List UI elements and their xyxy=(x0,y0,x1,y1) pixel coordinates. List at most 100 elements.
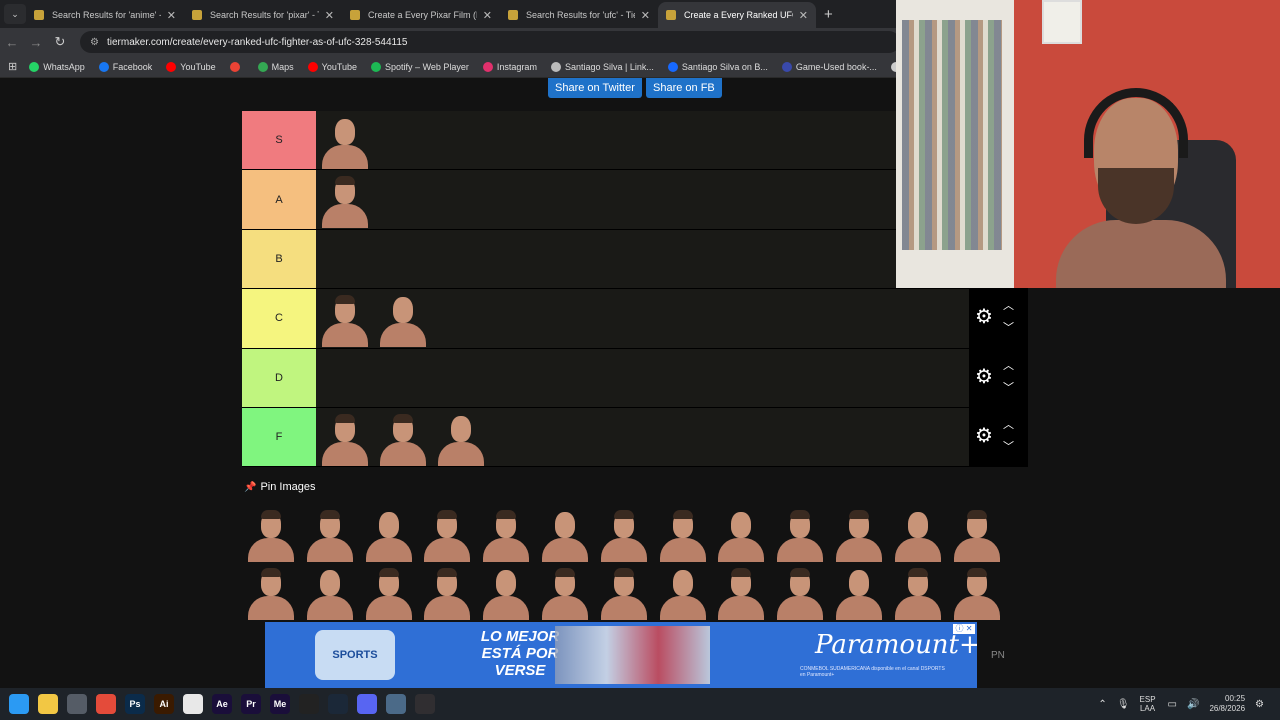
fighter-image[interactable] xyxy=(477,504,536,562)
fighter-image[interactable] xyxy=(536,504,595,562)
fighter-image[interactable] xyxy=(374,289,432,348)
bookmark-item[interactable]: YouTube xyxy=(166,61,216,72)
bookmark-item[interactable]: Santiago Silva on B... xyxy=(667,61,768,72)
fighter-image[interactable] xyxy=(316,408,374,466)
network-icon[interactable]: ▭ xyxy=(1168,699,1177,710)
fighter-image[interactable] xyxy=(536,562,595,620)
bookmark-item[interactable]: Spotify – Web Player xyxy=(371,61,469,72)
fighter-image[interactable] xyxy=(948,504,1007,562)
tier-drop-zone[interactable] xyxy=(316,229,969,289)
fighter-image[interactable] xyxy=(316,111,374,169)
browser-tab[interactable]: Search Results for 'ufc' - TierMa ✕ xyxy=(500,2,658,28)
fighter-image[interactable] xyxy=(374,408,432,466)
fighter-image[interactable] xyxy=(432,408,490,466)
tab-close-icon[interactable]: ✕ xyxy=(641,9,650,22)
document-icon[interactable] xyxy=(183,694,203,714)
windows-start-icon[interactable] xyxy=(9,694,29,714)
fighter-image[interactable] xyxy=(301,504,360,562)
volume-icon[interactable]: 🔊 xyxy=(1187,699,1199,710)
tier-label[interactable]: F xyxy=(242,407,316,467)
premiere-icon[interactable]: Pr xyxy=(241,694,261,714)
apps-grid-icon[interactable]: ⊞ xyxy=(8,60,17,73)
chevron-up-icon[interactable]: ︿ xyxy=(1003,416,1014,432)
clock[interactable]: 00:25 26/8/2026 xyxy=(1209,694,1245,714)
chrome-icon[interactable] xyxy=(96,694,116,714)
bookmark-item[interactable] xyxy=(229,61,244,72)
fighter-image[interactable] xyxy=(948,562,1007,620)
share-fb-button[interactable]: Share on FB xyxy=(646,78,722,98)
fighter-image[interactable] xyxy=(242,504,301,562)
fighter-image[interactable] xyxy=(301,562,360,620)
tier-label[interactable]: C xyxy=(242,289,316,348)
tier-drop-zone[interactable] xyxy=(316,170,969,229)
share-twitter-button[interactable]: Share on Twitter xyxy=(548,78,642,98)
tier-drop-zone[interactable] xyxy=(316,111,969,170)
fighter-image[interactable] xyxy=(771,504,830,562)
fighter-image[interactable] xyxy=(712,504,771,562)
fighter-image[interactable] xyxy=(889,504,948,562)
file-explorer-icon[interactable] xyxy=(38,694,58,714)
tray-chevron-icon[interactable]: ⌃ xyxy=(1098,699,1106,710)
fighter-image[interactable] xyxy=(242,562,301,620)
illustrator-icon[interactable]: Ai xyxy=(154,694,174,714)
microphone-icon[interactable]: 🎙 xyxy=(1117,699,1130,710)
notifications-icon[interactable]: ⚙ xyxy=(1255,699,1264,710)
media-encoder-icon[interactable]: Me xyxy=(270,694,290,714)
discord-icon[interactable] xyxy=(357,694,377,714)
bookmark-item[interactable]: Instagram xyxy=(482,61,537,72)
fighter-image[interactable] xyxy=(418,504,477,562)
gear-icon[interactable]: ⚙ xyxy=(973,425,995,447)
tier-label[interactable]: S xyxy=(242,111,316,170)
steam-icon[interactable] xyxy=(328,694,348,714)
fighter-image[interactable] xyxy=(771,562,830,620)
fighter-image[interactable] xyxy=(316,289,374,348)
fighter-image[interactable] xyxy=(477,562,536,620)
ad-banner[interactable]: SPORTS LO MEJOR ESTÁ POR VERSE Paramount… xyxy=(265,622,977,688)
photoshop-icon[interactable]: Ps xyxy=(125,694,145,714)
tier-drop-zone[interactable] xyxy=(316,289,969,348)
gear-icon[interactable]: ⚙ xyxy=(973,366,995,388)
chevron-up-icon[interactable]: ︿ xyxy=(1003,357,1014,373)
fighter-image[interactable] xyxy=(316,170,374,229)
address-bar[interactable]: ⚙ tiermaker.com/create/every-ranked-ufc-… xyxy=(80,31,900,53)
capcut-icon[interactable] xyxy=(299,694,319,714)
bookmark-item[interactable]: Game-Used book-... xyxy=(781,61,877,72)
bookmark-item[interactable]: Santiago Silva | Link... xyxy=(550,61,654,72)
language-indicator[interactable]: ESP LAA xyxy=(1140,695,1156,713)
back-icon[interactable]: ← xyxy=(0,35,24,50)
browser-tab[interactable]: Create a Every Ranked UFC Figh ✕ xyxy=(658,2,816,28)
browser-tab[interactable]: Create a Every Pixar Film (Marc ✕ xyxy=(342,2,500,28)
fighter-image[interactable] xyxy=(595,562,654,620)
fighter-image[interactable] xyxy=(712,562,771,620)
new-tab-button[interactable]: + xyxy=(824,6,833,23)
browser-tab[interactable]: Search Results for 'pixar' - TierM ✕ xyxy=(184,2,342,28)
tab-search-menu[interactable]: ⌄ xyxy=(4,4,26,24)
obs-icon[interactable] xyxy=(415,694,435,714)
fighter-image[interactable] xyxy=(889,562,948,620)
fighter-image[interactable] xyxy=(360,562,419,620)
bookmark-item[interactable]: YouTube xyxy=(307,61,357,72)
tier-drop-zone[interactable] xyxy=(316,407,969,467)
tab-close-icon[interactable]: ✕ xyxy=(325,9,334,22)
tier-label[interactable]: A xyxy=(242,170,316,229)
tab-close-icon[interactable]: ✕ xyxy=(483,9,492,22)
bookmark-item[interactable]: Facebook xyxy=(98,61,152,72)
tab-close-icon[interactable]: ✕ xyxy=(799,9,808,22)
fighter-image[interactable] xyxy=(830,504,889,562)
fighter-image[interactable] xyxy=(654,562,713,620)
chevron-down-icon[interactable]: ﹀ xyxy=(1003,319,1014,335)
bookmark-item[interactable]: WhatsApp xyxy=(29,61,85,72)
site-info-icon[interactable]: ⚙ xyxy=(90,37,99,48)
fighter-image[interactable] xyxy=(595,504,654,562)
tier-label[interactable]: D xyxy=(242,348,316,407)
chevron-down-icon[interactable]: ﹀ xyxy=(1003,379,1014,395)
reload-icon[interactable]: ↻ xyxy=(48,34,72,50)
store-icon[interactable] xyxy=(67,694,87,714)
bookmark-item[interactable]: Maps xyxy=(257,61,294,72)
fighter-image[interactable] xyxy=(418,562,477,620)
ad-close-button[interactable]: ⓘ ✕ xyxy=(953,624,975,634)
after-effects-icon[interactable]: Ae xyxy=(212,694,232,714)
chevron-down-icon[interactable]: ﹀ xyxy=(1003,438,1014,454)
fighter-image[interactable] xyxy=(654,504,713,562)
tier-drop-zone[interactable] xyxy=(316,348,969,407)
